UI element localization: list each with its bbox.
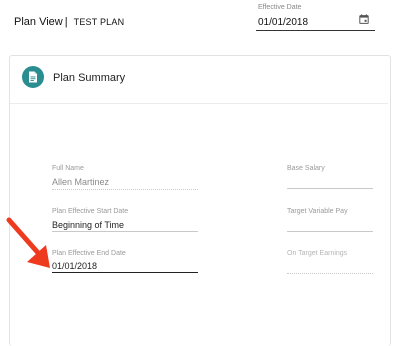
title-separator: | [64, 16, 68, 28]
on-target-earnings-label: On Target Earnings [287, 250, 348, 257]
full-name-value: Allen Martinez [52, 177, 110, 187]
effective-date-input[interactable]: 01/01/2018 [258, 17, 308, 28]
end-date-underline [52, 272, 198, 273]
target-variable-pay-underline [287, 231, 373, 232]
on-target-earnings-underline [287, 273, 373, 274]
start-date-label: Plan Effective Start Date [52, 208, 129, 215]
plan-name: TEST PLAN [73, 17, 125, 27]
document-icon [22, 66, 44, 88]
page-title-text: Plan View [14, 16, 63, 28]
start-date-underline [52, 231, 198, 232]
full-name-label: Full Name [52, 165, 84, 172]
end-date-label: Plan Effective End Date [52, 250, 126, 257]
full-name-underline [52, 189, 198, 190]
base-salary-label: Base Salary [287, 165, 325, 172]
card-header-divider [10, 103, 388, 104]
effective-date-label: Effective Date [258, 4, 302, 11]
base-salary-underline [287, 188, 373, 189]
start-date-input[interactable]: Beginning of Time [52, 220, 124, 230]
plan-summary-card [9, 55, 391, 346]
page-title: Plan View | TEST PLAN [14, 16, 124, 28]
calendar-icon[interactable] [359, 14, 369, 24]
card-title: Plan Summary [53, 72, 126, 84]
annotation-arrow-icon [6, 217, 50, 268]
target-variable-pay-label: Target Variable Pay [287, 208, 348, 215]
effective-date-underline [256, 30, 375, 31]
